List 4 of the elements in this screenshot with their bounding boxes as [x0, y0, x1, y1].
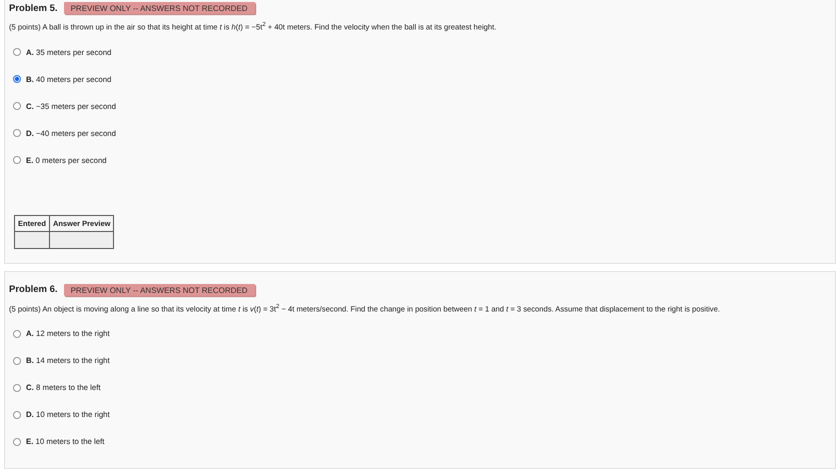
- preview-badge: PREVIEW ONLY -- ANSWERS NOT RECORDED: [64, 2, 254, 14]
- problem-title: Problem 6.: [9, 284, 58, 296]
- preview-badge: PREVIEW ONLY -- ANSWERS NOT RECORDED: [64, 284, 254, 296]
- problem-title: Problem 5.: [9, 2, 58, 14]
